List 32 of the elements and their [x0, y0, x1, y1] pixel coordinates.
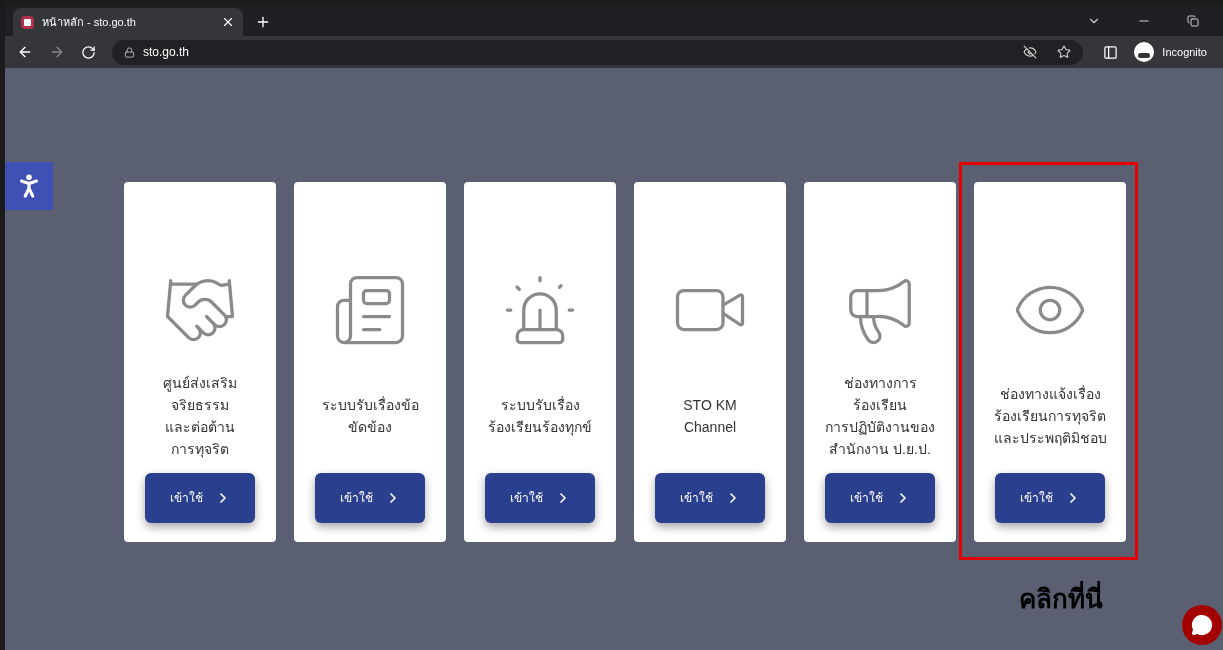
accessibility-button[interactable] — [5, 162, 53, 210]
restore-icon[interactable] — [1187, 15, 1199, 27]
tab-title: หน้าหลัก - sto.go.th — [42, 14, 137, 30]
enter-button[interactable]: เข้าใช้ — [655, 473, 765, 523]
site-favicon — [21, 15, 34, 29]
star-icon[interactable] — [1057, 45, 1072, 59]
enter-button[interactable]: เข้าใช้ — [995, 473, 1105, 523]
card-title: ช่องทางแจ้งเรื่อง ร้องเรียนการทุจริต และประพฤติมิชอบ — [993, 384, 1107, 448]
reload-icon[interactable] — [81, 44, 96, 60]
new-tab-icon[interactable] — [255, 14, 271, 30]
card-title: ศูนย์ส่งเสริม จริยธรรม และต่อต้าน การทุจริต — [163, 374, 237, 460]
eye-slash-icon[interactable] — [1023, 45, 1038, 59]
card-title: STO KM Channel — [683, 396, 737, 437]
card-title: ระบบรับเรื่อง ร้องเรียนร้องทุกข์ — [488, 395, 592, 438]
side-panel-icon[interactable] — [1103, 44, 1119, 60]
back-icon[interactable] — [17, 44, 33, 60]
browser-tab[interactable]: หน้าหลัก - sto.go.th — [13, 8, 243, 36]
enter-button[interactable]: เข้าใช้ — [145, 473, 255, 523]
profile-chip[interactable]: Incognito — [1134, 42, 1207, 62]
card-title: ช่องทางการ ร้องเรียน การปฏิบัติงานของ สำนักงาน ป.ย.ป. — [825, 374, 935, 459]
close-icon[interactable] — [221, 15, 235, 29]
enter-button[interactable]: เข้าใช้ — [825, 473, 935, 523]
card-title: ระบบรับเรื่องข้อ ขัดข้อง — [321, 395, 419, 437]
callout-text: คลิกที่นี่ — [1019, 580, 1103, 619]
address-bar[interactable]: sto.go.th — [112, 39, 1084, 65]
url-text: sto.go.th — [143, 44, 191, 61]
forward-icon[interactable] — [49, 44, 65, 60]
lock-icon — [124, 46, 135, 58]
enter-button[interactable]: เข้าใช้ — [315, 473, 425, 523]
messenger-button[interactable] — [1182, 605, 1222, 645]
enter-button[interactable]: เข้าใช้ — [485, 473, 595, 523]
chat-icon — [1191, 614, 1213, 636]
